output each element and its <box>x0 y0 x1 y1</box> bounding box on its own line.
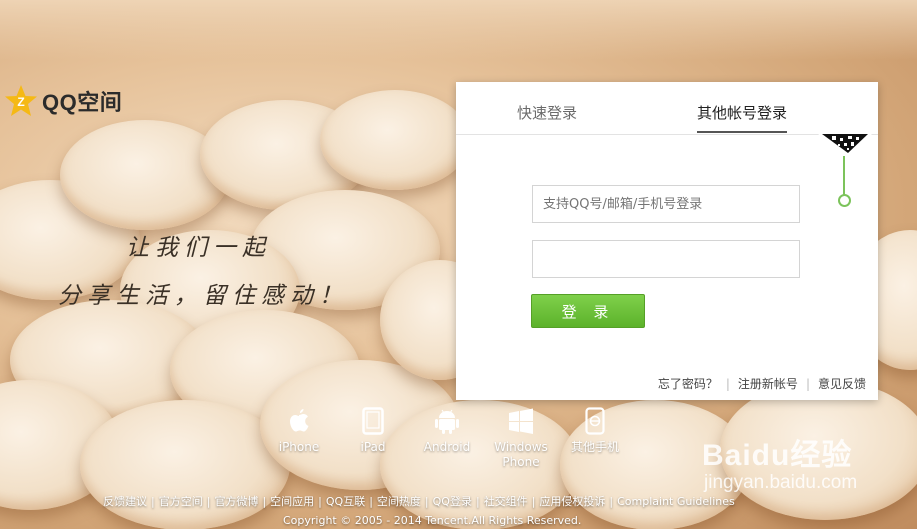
login-button[interactable]: 登 录 <box>531 294 645 328</box>
login-panel: 快速登录 其他帐号登录 登 录 忘了密码？ | 注册新帐号 | 意见反馈 <box>456 82 878 400</box>
baidu-jingyan-watermark: Baidu经验 jingyan.baidu.com <box>702 430 857 494</box>
device-android[interactable]: Android <box>410 406 484 470</box>
slogan-line-2: 分享生活，留住感动！ <box>58 283 348 309</box>
footer-link[interactable]: 空间热度 <box>377 495 421 508</box>
register-link[interactable]: 注册新帐号 <box>738 375 798 392</box>
password-input[interactable] <box>532 240 800 278</box>
footer-link[interactable]: Complaint Guidelines <box>617 495 735 508</box>
link-separator: | <box>725 376 730 391</box>
footer-link[interactable]: 官方空间 <box>159 495 203 508</box>
windows-icon <box>507 406 535 436</box>
device-ipad[interactable]: iPad <box>336 406 410 470</box>
other-phone-icon <box>585 406 605 436</box>
footer-separator: | <box>151 495 155 508</box>
device-iphone[interactable]: iPhone <box>262 406 336 470</box>
slogan: 让我们一起 分享生活，留住感动！ <box>58 228 348 310</box>
background-dumpling <box>320 90 470 190</box>
logo-text: QQ空间 <box>42 90 123 115</box>
background-top-shade <box>0 0 917 60</box>
watermark-sub: jingyan.baidu.com <box>704 472 858 493</box>
footer-links: 反馈建议 | 官方空间 | 官方微博 | 空间应用 | QQ互联 | 空间热度 | QQ登录 | 社交组件 |… <box>103 493 735 509</box>
link-separator: | <box>805 376 810 391</box>
footer-separator: | <box>424 495 429 508</box>
watermark-main: Baidu经验 <box>702 439 853 472</box>
tab-other-account-login[interactable]: 其他帐号登录 <box>697 102 788 133</box>
svg-text:Z: Z <box>17 95 24 109</box>
device-windows-phone[interactable]: Windows Phone <box>484 406 558 470</box>
mobile-clients: iPhone iPad Android Windows Phone 其他手机 <box>262 406 632 470</box>
device-label: iPhone <box>278 440 320 454</box>
footer-separator: | <box>475 495 480 508</box>
slogan-line-1: 让我们一起 <box>126 235 271 261</box>
footer-link[interactable]: QQ登录 <box>433 495 472 508</box>
login-help-links: 忘了密码？ | 注册新帐号 | 意见反馈 <box>658 375 866 392</box>
footer-link[interactable]: 社交组件 <box>484 495 528 508</box>
qr-indicator-dot <box>838 194 851 207</box>
device-other-phone[interactable]: 其他手机 <box>558 406 632 470</box>
footer-link[interactable]: 反馈建议 <box>103 495 147 508</box>
footer-separator: | <box>262 495 267 508</box>
device-label: Android <box>423 440 471 454</box>
background-dumpling <box>80 400 290 529</box>
login-tabs: 快速登录 其他帐号登录 <box>456 82 878 135</box>
footer-separator: | <box>531 495 536 508</box>
tab-quick-login[interactable]: 快速登录 <box>517 102 577 123</box>
apple-icon <box>287 406 311 436</box>
qzone-logo[interactable]: Z QQ空间 <box>4 84 122 118</box>
footer-separator: | <box>609 495 614 508</box>
device-label: Windows Phone <box>494 440 548 469</box>
footer-link[interactable]: 应用侵权投诉 <box>539 495 605 508</box>
footer-separator: | <box>318 495 322 508</box>
device-label: iPad <box>360 440 386 454</box>
feedback-link[interactable]: 意见反馈 <box>818 375 866 392</box>
footer-link[interactable]: QQ互联 <box>326 495 365 508</box>
tablet-icon <box>362 406 384 436</box>
forgot-password-link[interactable]: 忘了密码？ <box>658 375 718 392</box>
username-input[interactable] <box>532 185 800 223</box>
device-label: 其他手机 <box>570 440 619 454</box>
footer-link[interactable]: 官方微博 <box>214 495 258 508</box>
footer-separator: | <box>206 495 211 508</box>
android-icon <box>434 406 460 436</box>
footer-link[interactable]: 空间应用 <box>270 495 314 508</box>
qr-code-icon[interactable] <box>818 134 872 156</box>
qzone-star-icon: Z <box>4 84 38 118</box>
copyright-text: Copyright © 2005 - 2014 Tencent.All Righ… <box>283 514 582 527</box>
footer-separator: | <box>369 495 373 508</box>
